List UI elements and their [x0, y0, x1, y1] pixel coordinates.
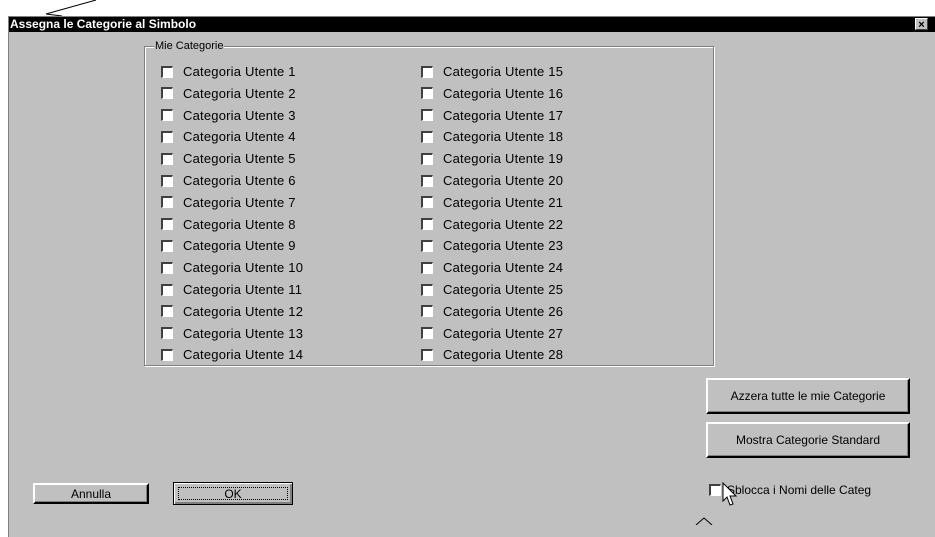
category-label: Categoria Utente 19 — [443, 151, 564, 167]
category-label: Categoria Utente 6 — [183, 173, 296, 188]
category-checkbox[interactable]: Categoria Utente 22 — [421, 214, 563, 235]
category-label: Categoria Utente 7 — [183, 194, 296, 210]
category-label: Categoria Utente 16 — [443, 85, 564, 101]
category-checkbox[interactable]: Categoria Utente 4 — [161, 126, 296, 147]
category-checkbox[interactable]: Categoria Utente 27 — [421, 323, 563, 344]
category-label: Categoria Utente 10 — [183, 260, 304, 276]
checkbox-box[interactable] — [421, 239, 433, 252]
category-checkbox[interactable]: Categoria Utente 9 — [161, 235, 296, 256]
category-label: Categoria Utente 5 — [183, 151, 296, 167]
mouse-pointer-icon — [722, 482, 738, 506]
category-label: Categoria Utente 13 — [183, 325, 304, 341]
category-checkbox[interactable]: Categoria Utente 28 — [421, 344, 563, 365]
category-checkbox[interactable]: Categoria Utente 2 — [161, 83, 296, 104]
checkbox-box[interactable] — [421, 152, 433, 165]
checkbox-box[interactable] — [161, 239, 173, 252]
category-label: Categoria Utente 4 — [183, 129, 296, 145]
category-checkbox[interactable]: Categoria Utente 25 — [421, 279, 563, 300]
category-label: Categoria Utente 26 — [443, 303, 564, 319]
reset-categories-button[interactable]: Azzera tutte le mie Categorie — [706, 378, 910, 414]
category-label: Categoria Utente 2 — [183, 85, 296, 101]
checkbox-box[interactable] — [161, 283, 173, 296]
checkbox-box[interactable] — [161, 65, 173, 78]
category-label: Categoria Utente 28 — [443, 347, 564, 363]
category-label: Categoria Utente 12 — [183, 303, 304, 319]
ok-label: OK — [224, 486, 242, 501]
checkbox-box[interactable] — [421, 65, 433, 78]
checkbox-box[interactable] — [421, 130, 433, 143]
category-label: Categoria Utente 27 — [443, 325, 564, 341]
category-label: Categoria Utente 1 — [183, 64, 296, 79]
checkbox-box[interactable] — [161, 348, 173, 361]
category-checkbox[interactable]: Categoria Utente 16 — [421, 83, 563, 104]
ok-button[interactable]: OK — [173, 482, 293, 505]
checkbox-box[interactable] — [161, 130, 173, 143]
category-checkbox[interactable]: Categoria Utente 6 — [161, 170, 296, 191]
category-label: Categoria Utente 20 — [443, 173, 564, 188]
cancel-button[interactable]: Annulla — [33, 483, 149, 504]
category-label: Categoria Utente 9 — [183, 238, 296, 254]
checkbox-box[interactable] — [161, 109, 173, 122]
category-checkbox[interactable]: Categoria Utente 5 — [161, 148, 296, 169]
category-checkbox[interactable]: Categoria Utente 11 — [161, 279, 302, 300]
checkbox-box[interactable] — [421, 283, 433, 296]
category-checkbox[interactable]: Categoria Utente 20 — [421, 170, 563, 191]
unlock-checkbox-box[interactable] — [709, 484, 721, 496]
category-checkbox[interactable]: Categoria Utente 14 — [161, 344, 303, 365]
category-checkbox[interactable]: Categoria Utente 18 — [421, 126, 563, 147]
category-label: Categoria Utente 21 — [443, 194, 564, 210]
checkbox-box[interactable] — [421, 218, 433, 231]
decorative-corner — [695, 517, 713, 525]
category-checkbox[interactable]: Categoria Utente 8 — [161, 214, 296, 235]
checkbox-box[interactable] — [421, 261, 433, 274]
category-checkbox[interactable]: Categoria Utente 23 — [421, 235, 563, 256]
category-label: Categoria Utente 18 — [443, 129, 564, 145]
category-label: Categoria Utente 11 — [183, 282, 303, 297]
category-label: Categoria Utente 17 — [443, 107, 564, 123]
checkbox-box[interactable] — [421, 196, 433, 209]
checkbox-box[interactable] — [161, 87, 173, 100]
title-bar: Assegna le Categorie al Simbolo × — [9, 17, 935, 32]
category-label: Categoria Utente 8 — [183, 216, 296, 232]
checkbox-box[interactable] — [161, 196, 173, 209]
category-checkbox[interactable]: Categoria Utente 3 — [161, 105, 296, 126]
category-checkbox[interactable]: Categoria Utente 7 — [161, 192, 296, 213]
category-checkbox[interactable]: Categoria Utente 26 — [421, 301, 563, 322]
checkbox-box[interactable] — [161, 152, 173, 165]
checkbox-box[interactable] — [161, 327, 173, 340]
category-label: Categoria Utente 23 — [443, 238, 564, 254]
my-categories-group: Mie Categorie Categoria Utente 1 Categori… — [144, 40, 714, 366]
category-label: Categoria Utente 22 — [443, 216, 564, 232]
checkbox-box[interactable] — [161, 305, 173, 318]
group-legend: Mie Categorie — [154, 40, 225, 53]
dialog-window: Assegna le Categorie al Simbolo × Mie Ca… — [8, 16, 935, 537]
checkbox-box[interactable] — [421, 174, 433, 187]
checkbox-box[interactable] — [161, 218, 173, 231]
unlock-checkbox-label: Sblocca i Nomi delle Categ — [727, 483, 872, 497]
checkbox-box[interactable] — [421, 87, 433, 100]
category-label: Categoria Utente 25 — [443, 282, 564, 297]
category-checkbox[interactable]: Categoria Utente 1 — [161, 61, 296, 82]
category-checkbox[interactable]: Categoria Utente 19 — [421, 148, 563, 169]
checkbox-box[interactable] — [421, 109, 433, 122]
checkbox-box[interactable] — [421, 348, 433, 361]
show-standard-categories-button[interactable]: Mostra Categorie Standard — [706, 422, 910, 458]
checkbox-box[interactable] — [161, 174, 173, 187]
category-checkbox[interactable]: Categoria Utente 10 — [161, 257, 303, 278]
checkbox-box[interactable] — [161, 261, 173, 274]
checkbox-box[interactable] — [421, 305, 433, 318]
category-label: Categoria Utente 24 — [443, 260, 564, 276]
category-label: Categoria Utente 3 — [183, 107, 296, 123]
category-checkbox[interactable]: Categoria Utente 13 — [161, 323, 303, 344]
category-label: Categoria Utente 14 — [183, 347, 304, 363]
dialog-title: Assegna le Categorie al Simbolo — [10, 17, 197, 31]
close-button[interactable]: × — [915, 18, 928, 31]
category-checkbox[interactable]: Categoria Utente 12 — [161, 301, 303, 322]
category-checkbox[interactable]: Categoria Utente 24 — [421, 257, 563, 278]
category-checkbox[interactable]: Categoria Utente 15 — [421, 61, 563, 82]
category-checkbox[interactable]: Categoria Utente 17 — [421, 105, 563, 126]
category-label: Categoria Utente 15 — [443, 64, 564, 79]
checkbox-box[interactable] — [421, 327, 433, 340]
category-checkbox[interactable]: Categoria Utente 21 — [421, 192, 563, 213]
